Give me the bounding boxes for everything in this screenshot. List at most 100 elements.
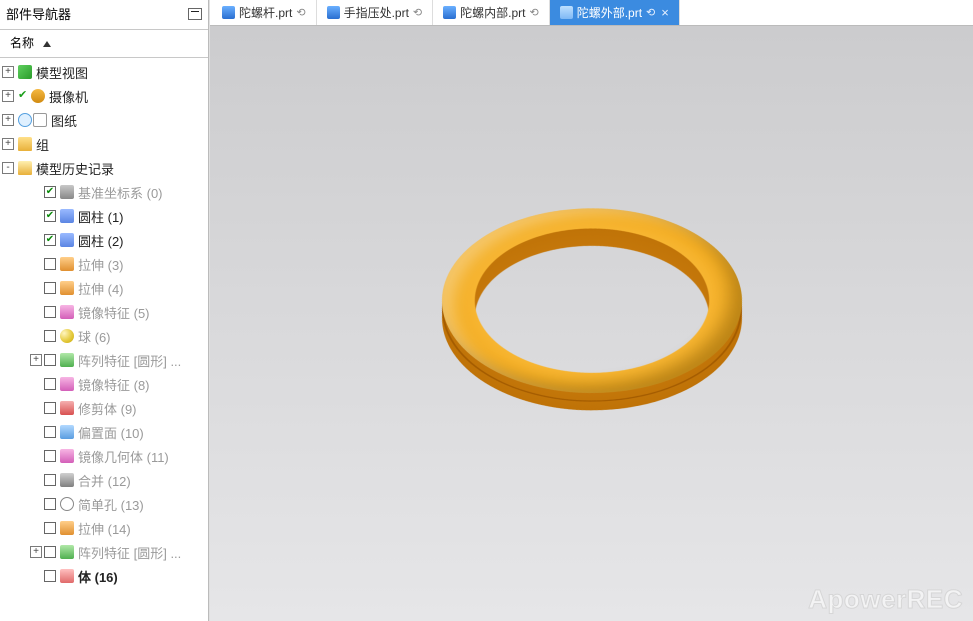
tree-row[interactable]: 简单孔 (13)	[0, 492, 208, 516]
tree-row[interactable]: 拉伸 (3)	[0, 252, 208, 276]
cube-icon	[18, 65, 32, 79]
document-tab[interactable]: 手指压处.prt⟲	[317, 0, 434, 25]
off-icon	[60, 425, 74, 439]
patt-icon	[60, 353, 74, 367]
node-icons	[60, 425, 74, 439]
tree-row[interactable]: 圆柱 (1)	[0, 204, 208, 228]
panel-restore-icon[interactable]	[188, 8, 202, 20]
tree-row[interactable]: 拉伸 (14)	[0, 516, 208, 540]
visibility-checkbox[interactable]	[44, 258, 56, 270]
column-name-label: 名称	[10, 36, 34, 50]
ext-icon	[60, 281, 74, 295]
node-label: 镜像几何体 (11)	[78, 447, 169, 466]
model-scene[interactable]: ApowerREC	[210, 26, 973, 621]
node-label: 拉伸 (4)	[78, 279, 124, 298]
tab-label: 陀螺外部.prt	[577, 4, 642, 21]
node-icons	[18, 161, 32, 175]
ext-icon	[60, 521, 74, 535]
visibility-checkbox[interactable]	[44, 282, 56, 294]
cyl-icon	[60, 209, 74, 223]
clock-icon	[18, 113, 32, 127]
document-tab[interactable]: 陀螺内部.prt ⟲	[433, 0, 550, 25]
cam-icon	[31, 89, 45, 103]
viewport[interactable]: ApowerREC	[210, 26, 973, 621]
tree-row[interactable]: 镜像特征 (8)	[0, 372, 208, 396]
mrg-icon	[60, 473, 74, 487]
part-navigator-panel: 部件导航器 名称 +模型视图+摄像机+图纸+组-模型历史记录基准坐标系 (0)圆…	[0, 0, 209, 621]
tree-row[interactable]: +阵列特征 [圆形] ...	[0, 540, 208, 564]
node-label: 圆柱 (1)	[78, 207, 124, 226]
visibility-checkbox[interactable]	[44, 570, 56, 582]
pin-icon[interactable]: ⟲	[413, 6, 422, 19]
tree-row[interactable]: - 模型历史记录	[0, 156, 208, 180]
part-file-icon	[327, 6, 340, 19]
column-header[interactable]: 名称	[0, 30, 208, 58]
node-icons	[60, 185, 74, 199]
visibility-checkbox[interactable]	[44, 234, 56, 246]
node-icons	[60, 377, 74, 391]
check-icon	[18, 90, 30, 102]
main-area: 陀螺杆.prt⟲手指压处.prt⟲ 陀螺内部.prt ⟲ 陀螺外部.prt ⟲ × Apo…	[209, 0, 973, 621]
tree-row[interactable]: +摄像机	[0, 84, 208, 108]
folder-icon	[18, 137, 32, 151]
node-icons	[60, 497, 74, 511]
pin-icon[interactable]: ⟲	[646, 6, 655, 19]
part-file-icon	[443, 6, 456, 19]
document-tab[interactable]: 陀螺外部.prt ⟲ ×	[550, 0, 680, 25]
visibility-checkbox[interactable]	[44, 474, 56, 486]
tree-row[interactable]: 拉伸 (4)	[0, 276, 208, 300]
visibility-checkbox[interactable]	[44, 306, 56, 318]
tree-row[interactable]: +组	[0, 132, 208, 156]
tree-row[interactable]: + 图纸	[0, 108, 208, 132]
trim-icon	[60, 401, 74, 415]
node-icons	[60, 209, 74, 223]
patt-icon	[60, 545, 74, 559]
ring-model	[422, 213, 761, 422]
expander-icon[interactable]: +	[2, 66, 14, 78]
visibility-checkbox[interactable]	[44, 450, 56, 462]
tree-row[interactable]: +阵列特征 [圆形] ...	[0, 348, 208, 372]
visibility-checkbox[interactable]	[44, 330, 56, 342]
expander-icon[interactable]: -	[2, 162, 14, 174]
tree-row[interactable]: 球 (6)	[0, 324, 208, 348]
tree-row[interactable]: 圆柱 (2)	[0, 228, 208, 252]
pin-icon[interactable]: ⟲	[296, 6, 305, 19]
tree-row[interactable]: 偏置面 (10)	[0, 420, 208, 444]
visibility-checkbox[interactable]	[44, 498, 56, 510]
pin-icon[interactable]: ⟲	[529, 6, 538, 19]
visibility-checkbox[interactable]	[44, 546, 56, 558]
expander-icon[interactable]: +	[30, 354, 42, 366]
tree-row[interactable]: 合并 (12)	[0, 468, 208, 492]
node-icons	[60, 473, 74, 487]
expander-icon[interactable]: +	[2, 138, 14, 150]
node-label: 模型历史记录	[36, 159, 114, 178]
panel-titlebar: 部件导航器	[0, 0, 208, 30]
cyl-icon	[60, 233, 74, 247]
expander-icon[interactable]: +	[2, 114, 14, 126]
datum-icon	[60, 185, 74, 199]
close-icon[interactable]: ×	[661, 5, 669, 20]
tree-row[interactable]: 基准坐标系 (0)	[0, 180, 208, 204]
tab-label: 陀螺内部.prt	[460, 4, 525, 21]
visibility-checkbox[interactable]	[44, 426, 56, 438]
visibility-checkbox[interactable]	[44, 210, 56, 222]
expander-icon[interactable]: +	[30, 546, 42, 558]
tree-row[interactable]: +模型视图	[0, 60, 208, 84]
visibility-checkbox[interactable]	[44, 402, 56, 414]
node-label: 图纸	[51, 111, 77, 130]
tree-row[interactable]: 体 (16)	[0, 564, 208, 588]
visibility-checkbox[interactable]	[44, 354, 56, 366]
tree-row[interactable]: 修剪体 (9)	[0, 396, 208, 420]
feature-tree[interactable]: +模型视图+摄像机+图纸+组-模型历史记录基准坐标系 (0)圆柱 (1)圆柱 (…	[0, 58, 208, 621]
node-label: 拉伸 (3)	[78, 255, 124, 274]
visibility-checkbox[interactable]	[44, 522, 56, 534]
tree-row[interactable]: 镜像特征 (5)	[0, 300, 208, 324]
node-icons	[60, 353, 74, 367]
tree-row[interactable]: 镜像几何体 (11)	[0, 444, 208, 468]
mir-icon	[60, 305, 74, 319]
visibility-checkbox[interactable]	[44, 186, 56, 198]
visibility-checkbox[interactable]	[44, 378, 56, 390]
document-tab[interactable]: 陀螺杆.prt⟲	[212, 0, 317, 25]
node-icons	[60, 569, 74, 583]
expander-icon[interactable]: +	[2, 90, 14, 102]
